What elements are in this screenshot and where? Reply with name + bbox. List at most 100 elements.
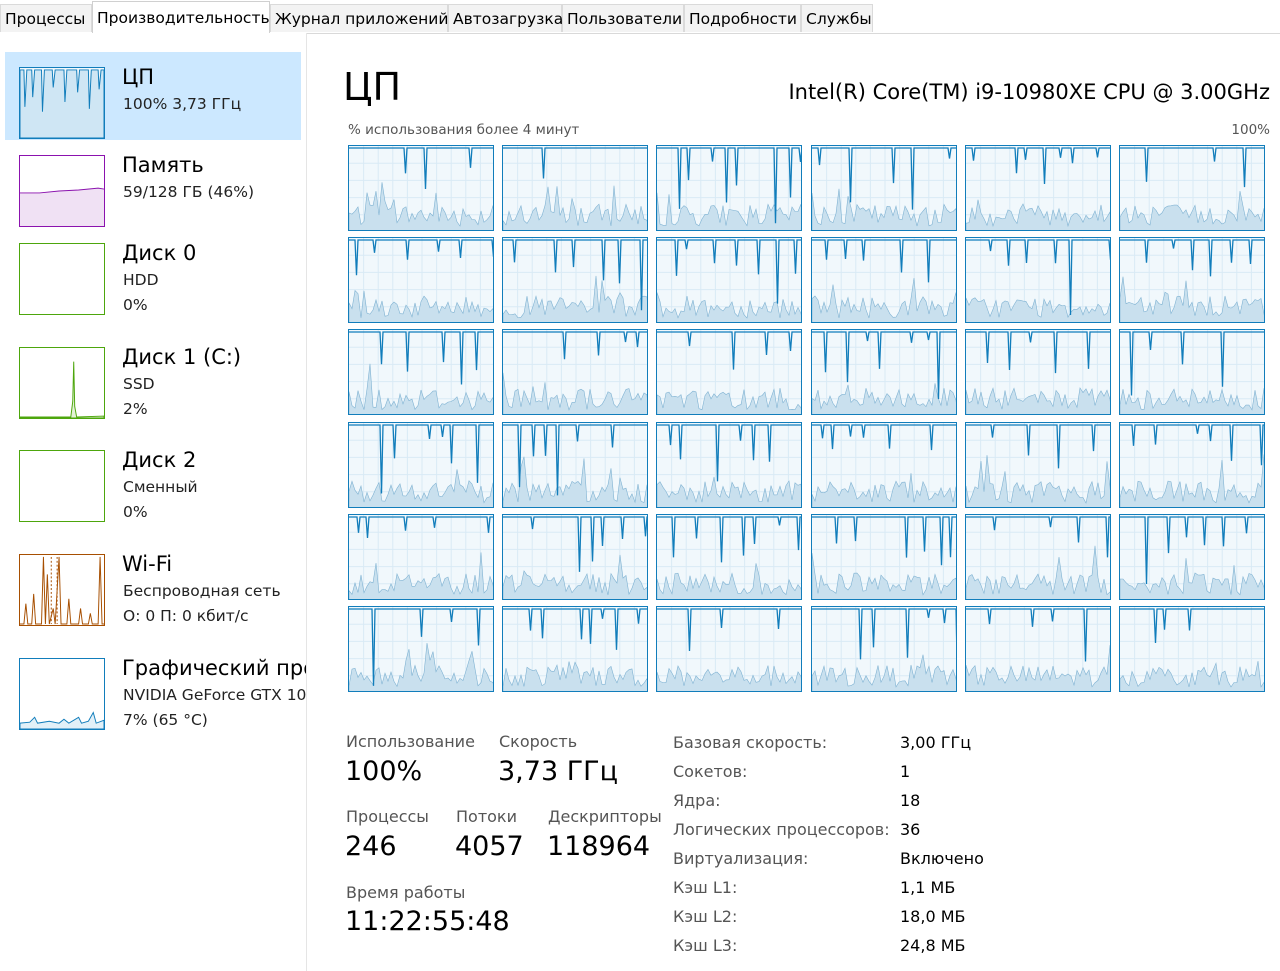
graph-max-label: 100% <box>1231 122 1270 138</box>
logical-processor-graph <box>810 329 957 416</box>
usage-label: Использование <box>346 732 475 751</box>
sidebar-item-type: NVIDIA GeForce GTX 1080 <box>123 686 307 704</box>
logical-processor-graph <box>964 606 1111 692</box>
logical-processor-graph <box>1119 513 1265 600</box>
sidebar-item-title: Диск 2 <box>122 448 197 472</box>
spec-value-sockets: 1 <box>900 762 911 781</box>
handles-value: 118964 <box>547 831 651 862</box>
gpu-thumbnail-graph <box>19 658 105 730</box>
graph-caption: % использования более 4 минут <box>348 122 580 138</box>
spec-value-l2-cache: 18,0 МБ <box>900 907 966 926</box>
sidebar-item-detail: 0% <box>123 296 148 314</box>
spec-value-base-speed: 3,00 ГГц <box>900 733 972 752</box>
spec-label-sockets: Сокетов: <box>673 762 748 781</box>
tab-performance[interactable]: Производительность <box>92 1 270 33</box>
usage-value: 100% <box>345 756 423 787</box>
spec-value-virtualization: Включено <box>900 849 984 868</box>
logical-processor-graph <box>810 513 957 600</box>
sidebar-item-title: Графический процессор 0 <box>122 656 306 680</box>
logical-processor-graph <box>964 237 1111 324</box>
tab-details[interactable]: Подробности <box>684 4 801 32</box>
sidebar-item-cpu[interactable]: ЦП 100% 3,73 ГГц <box>5 52 301 140</box>
logical-processor-graph <box>1119 606 1265 692</box>
memory-thumbnail-graph <box>19 155 105 227</box>
sidebar-item-disk-0[interactable]: Диск 0 HDD 0% <box>5 228 301 316</box>
resource-sidebar: ЦП 100% 3,73 ГГц Память 59/128 ГБ (46%) … <box>0 33 307 971</box>
logical-processor-graph <box>348 421 494 508</box>
logical-processor-graph <box>348 513 494 600</box>
sidebar-item-memory[interactable]: Память 59/128 ГБ (46%) <box>5 140 301 228</box>
logical-processor-graph <box>1119 421 1265 508</box>
spec-value-l1-cache: 1,1 МБ <box>900 878 956 897</box>
logical-processor-graph <box>810 145 957 231</box>
cpu-thumbnail-graph <box>19 67 105 139</box>
sidebar-item-detail: 7% (65 °C) <box>123 711 208 729</box>
cpu-detail-panel: ЦП Intel(R) Core(TM) i9-10980XE CPU @ 3.… <box>306 33 1280 971</box>
logical-processor-graph <box>964 145 1111 231</box>
disk-1-thumbnail-graph <box>19 347 105 419</box>
wifi-thumbnail-graph <box>19 554 105 626</box>
logical-processor-graph <box>502 513 649 600</box>
disk-2-thumbnail-graph <box>19 450 105 522</box>
logical-processor-graph <box>502 237 649 324</box>
logical-processor-graph <box>656 513 803 600</box>
threads-value: 4057 <box>455 831 524 862</box>
disk-0-thumbnail-graph <box>19 243 105 315</box>
logical-processor-graph <box>964 421 1111 508</box>
logical-processor-graph <box>348 329 494 416</box>
tab-processes[interactable]: Процессы <box>0 4 92 32</box>
logical-processor-graph <box>656 329 803 416</box>
logical-processor-graph <box>348 237 494 324</box>
sidebar-item-disk-2[interactable]: Диск 2 Сменный 0% <box>5 435 301 523</box>
logical-processor-graph <box>502 421 649 508</box>
spec-value-cores: 18 <box>900 791 921 810</box>
logical-processor-graph <box>1119 237 1265 324</box>
logical-processor-graph <box>964 513 1111 600</box>
uptime-label: Время работы <box>346 883 466 902</box>
sidebar-item-type: SSD <box>123 375 155 393</box>
uptime-value: 11:22:55:48 <box>345 906 510 937</box>
logical-processor-graph <box>656 237 803 324</box>
processes-value: 246 <box>345 831 397 862</box>
sidebar-item-title: Диск 0 <box>122 241 197 265</box>
logical-processor-graph <box>348 145 494 231</box>
spec-label-cores: Ядра: <box>673 791 721 810</box>
tab-services[interactable]: Службы <box>801 4 873 32</box>
logical-processor-graph <box>502 145 649 231</box>
tab-app-history[interactable]: Журнал приложений <box>270 4 448 32</box>
sidebar-item-detail: 59/128 ГБ (46%) <box>123 183 255 201</box>
tab-users[interactable]: Пользователи <box>562 4 684 32</box>
spec-label-virtualization: Виртуализация: <box>673 849 809 868</box>
spec-label-l3-cache: Кэш L3: <box>673 936 738 955</box>
logical-processor-graph <box>810 421 957 508</box>
spec-label-base-speed: Базовая скорость: <box>673 733 828 752</box>
spec-label-logical-processors: Логических процессоров: <box>673 820 890 839</box>
logical-processor-graph <box>810 606 957 692</box>
sidebar-item-detail: 2% <box>123 400 148 418</box>
sidebar-item-wifi[interactable]: Wi-Fi Беспроводная сеть О: 0 П: 0 кбит/с <box>5 539 301 627</box>
spec-label-l2-cache: Кэш L2: <box>673 907 738 926</box>
logical-processor-graph <box>1119 329 1265 416</box>
speed-label: Скорость <box>499 732 578 751</box>
logical-processor-graph <box>1119 145 1265 231</box>
tab-startup[interactable]: Автозагрузка <box>448 4 563 32</box>
sidebar-item-title: Память <box>122 153 204 177</box>
threads-label: Потоки <box>456 807 517 826</box>
sidebar-item-detail: О: 0 П: 0 кбит/с <box>123 607 249 625</box>
tab-bar: Процессы Производительность Журнал прило… <box>0 0 1280 34</box>
sidebar-item-title: ЦП <box>122 65 155 89</box>
spec-value-l3-cache: 24,8 МБ <box>900 936 966 955</box>
logical-processor-graph <box>502 329 649 416</box>
sidebar-item-type: Беспроводная сеть <box>123 582 281 600</box>
sidebar-item-detail: 100% 3,73 ГГц <box>123 95 242 113</box>
cpu-model-name: Intel(R) Core(TM) i9-10980XE CPU @ 3.00G… <box>788 80 1270 104</box>
logical-processor-graph <box>656 145 803 231</box>
page-title: ЦП <box>343 65 402 109</box>
sidebar-item-type: HDD <box>123 271 159 289</box>
logical-processor-graph <box>964 329 1111 416</box>
logical-processor-graph <box>502 606 649 692</box>
sidebar-item-detail: 0% <box>123 503 148 521</box>
sidebar-item-disk-1[interactable]: Диск 1 (C:) SSD 2% <box>5 332 301 420</box>
sidebar-item-title: Wi-Fi <box>122 552 173 576</box>
sidebar-item-gpu[interactable]: Графический процессор 0 NVIDIA GeForce G… <box>5 643 306 731</box>
